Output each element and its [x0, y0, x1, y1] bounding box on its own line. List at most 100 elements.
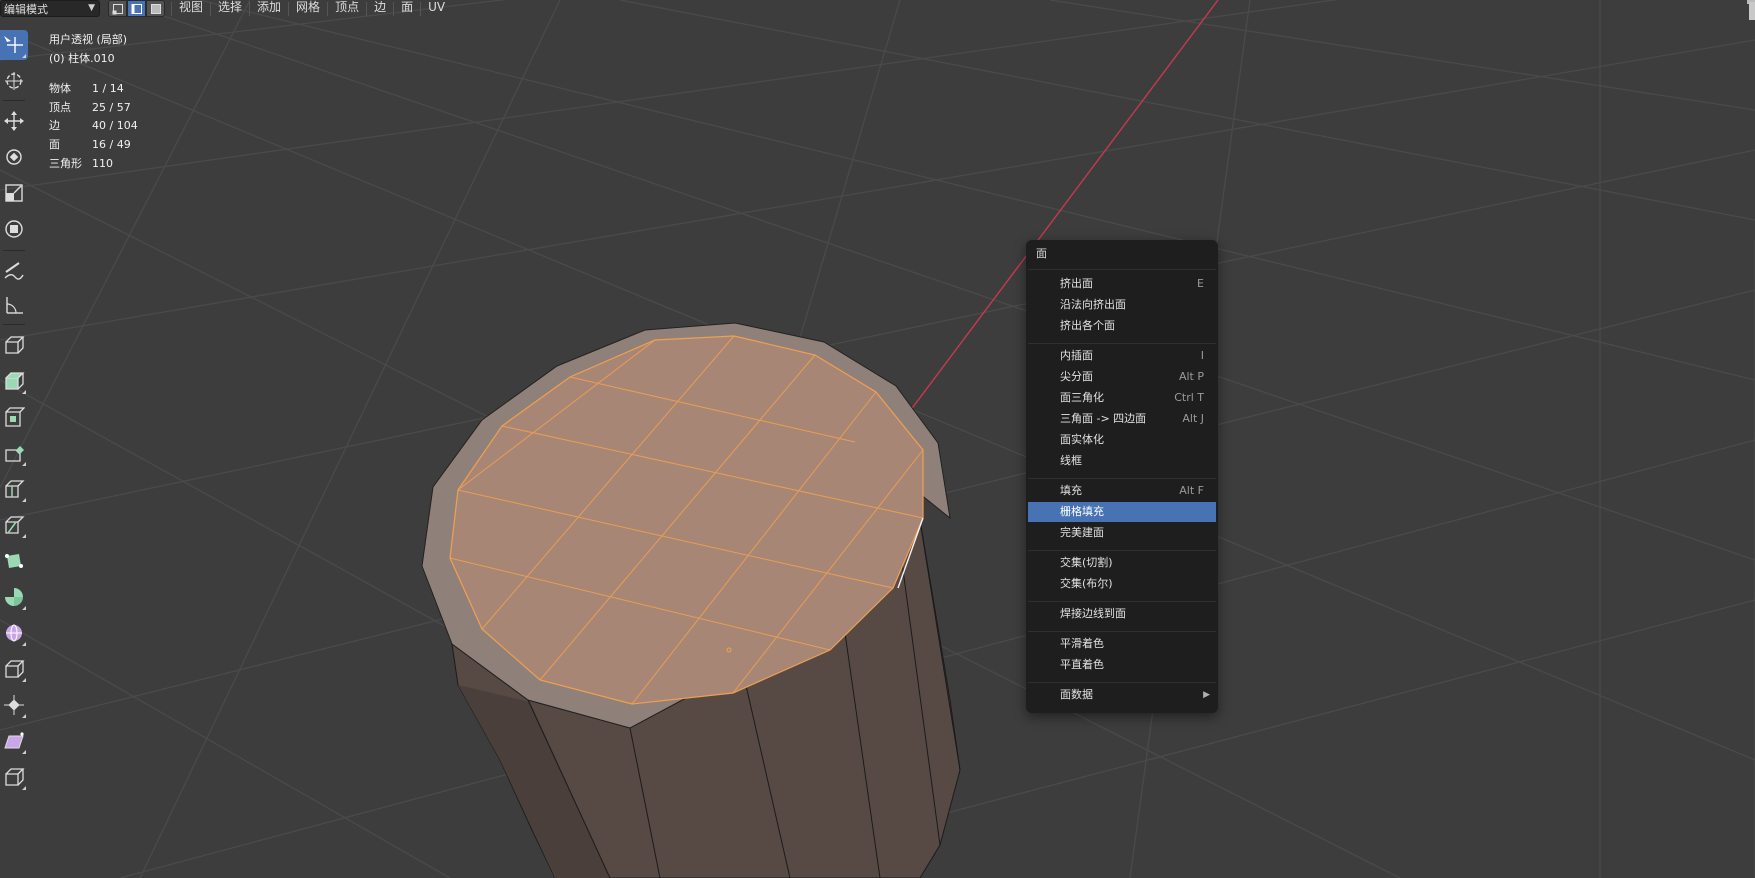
rip-region-icon: [5, 768, 25, 786]
tool-inset-faces[interactable]: [0, 402, 28, 432]
tool-options-corner: [22, 714, 26, 718]
stat-row: 面 16 / 49: [49, 136, 138, 155]
menu-separator: [1028, 682, 1216, 683]
menu-vertex[interactable]: 顶点: [328, 0, 366, 17]
edge-select-button[interactable]: [127, 0, 146, 17]
tool-extrude-region[interactable]: [0, 366, 28, 396]
menu-separator: [1028, 343, 1216, 344]
poly-build-icon: [5, 554, 23, 568]
object-name: (0) 柱体.010: [49, 51, 115, 65]
menu-view[interactable]: 视图: [172, 0, 210, 17]
menu-item-triangulate-faces[interactable]: 面三角化 Ctrl T: [1028, 388, 1216, 408]
statistics: 物体 1 / 14 顶点 25 / 57 边 40 / 104 面 16 / 4…: [49, 80, 138, 173]
menu-item-label: 内插面: [1060, 349, 1093, 362]
tool-options-corner: [22, 498, 26, 502]
menu-item-wireframe[interactable]: 线框: [1028, 451, 1216, 471]
annotate-icon: [4, 262, 24, 280]
transform-icon: [5, 220, 23, 238]
tool-spin[interactable]: [0, 582, 28, 612]
tool-shrink-fatten[interactable]: [0, 690, 28, 720]
menu-item-face-data[interactable]: 面数据 ▶: [1028, 685, 1216, 705]
menu-item-label: 面数据: [1060, 688, 1093, 701]
navigation-gizmo-fragment[interactable]: [1739, 0, 1755, 22]
tool-rip-region[interactable]: [0, 762, 28, 792]
menu-item-extrude-faces[interactable]: 挤出面 E: [1028, 274, 1216, 294]
menu-edge[interactable]: 边: [367, 0, 393, 17]
menu-uv[interactable]: UV: [421, 0, 452, 17]
menu-item-label: 挤出各个面: [1060, 319, 1115, 332]
tool-poly-build[interactable]: [0, 546, 28, 576]
vertex-select-icon: [112, 3, 123, 14]
tool-options-corner: [22, 786, 26, 790]
tool-cursor[interactable]: [0, 66, 28, 96]
add-cube-icon: [5, 336, 25, 354]
menu-item-beautify-faces[interactable]: 完美建面: [1028, 523, 1216, 543]
menu-item-label: 平直着色: [1060, 658, 1104, 671]
menu-item-label: 沿法向挤出面: [1060, 298, 1126, 311]
mode-select-label: 编辑模式: [4, 2, 48, 16]
measure-icon: [6, 297, 23, 314]
menu-item-poke-faces[interactable]: 尖分面 Alt P: [1028, 367, 1216, 387]
select-mode-group: [108, 0, 165, 17]
menu-item-intersect-boolean[interactable]: 交集(布尔): [1028, 574, 1216, 594]
stat-row: 物体 1 / 14: [49, 80, 138, 99]
vertex-select-button[interactable]: [108, 0, 127, 17]
tool-measure[interactable]: [0, 290, 28, 320]
menu-item-tris-to-quads[interactable]: 三角面 -> 四边面 Alt J: [1028, 409, 1216, 429]
cursor-icon: [5, 72, 23, 90]
select-box-icon: [4, 36, 23, 53]
menu-item-label: 填充: [1060, 484, 1082, 497]
menu-item-shortcut: I: [1200, 349, 1204, 362]
menu-separator: [1028, 478, 1216, 479]
menu-item-label: 交集(布尔): [1060, 577, 1113, 590]
menu-item-label: 完美建面: [1060, 526, 1104, 539]
menu-item-grid-fill[interactable]: 栅格填充: [1028, 502, 1216, 522]
3d-viewport[interactable]: [0, 0, 1755, 878]
menu-item-inset-faces[interactable]: 内插面 I: [1028, 346, 1216, 366]
menu-item-shade-flat[interactable]: 平直着色: [1028, 655, 1216, 675]
menu-item-fill[interactable]: 填充 Alt F: [1028, 481, 1216, 501]
face-select-button[interactable]: [146, 0, 165, 17]
tool-scale[interactable]: [0, 178, 28, 208]
tool-add-cube[interactable]: [0, 330, 28, 360]
mode-select[interactable]: 编辑模式 ▼: [0, 0, 100, 17]
tool-select-box[interactable]: [0, 30, 28, 60]
menu-face[interactable]: 面: [394, 0, 420, 17]
face-select-icon: [150, 3, 161, 14]
menu-item-shortcut: Alt F: [1179, 484, 1204, 497]
tool-options-corner: [22, 390, 26, 394]
tool-move[interactable]: [0, 106, 28, 136]
tool-options-corner: [22, 462, 26, 466]
stat-row: 顶点 25 / 57: [49, 99, 138, 118]
tool-options-corner: [22, 678, 26, 682]
tool-edge-slide[interactable]: [0, 654, 28, 684]
tool-transform[interactable]: [0, 214, 28, 244]
menu-mesh[interactable]: 网格: [289, 0, 327, 17]
menu-item-shortcut: Ctrl T: [1174, 391, 1204, 404]
menu-item-extrude-along-normals[interactable]: 沿法向挤出面: [1028, 295, 1216, 315]
knife-icon: [5, 516, 25, 534]
scale-icon: [5, 184, 23, 202]
menu-item-label: 焊接边线到面: [1060, 607, 1126, 620]
tool-knife[interactable]: [0, 510, 28, 540]
menu-item-solidify-faces[interactable]: 面实体化: [1028, 430, 1216, 450]
tool-shear[interactable]: [0, 726, 28, 756]
stat-label: 三角形: [49, 156, 82, 170]
menu-separator: [1028, 269, 1216, 270]
tool-rotate[interactable]: [0, 142, 28, 172]
menu-add[interactable]: 添加: [250, 0, 288, 17]
menu-item-shade-smooth[interactable]: 平滑着色: [1028, 634, 1216, 654]
tool-options-corner: [22, 534, 26, 538]
menu-select[interactable]: 选择: [211, 0, 249, 17]
tool-bevel[interactable]: [0, 438, 28, 468]
menu-item-weld-edges-into-faces[interactable]: 焊接边线到面: [1028, 604, 1216, 624]
tool-loop-cut[interactable]: [0, 474, 28, 504]
edge-slide-icon: [5, 660, 25, 678]
shrink-fatten-icon: [4, 695, 24, 715]
menu-item-intersect-knife[interactable]: 交集(切割): [1028, 553, 1216, 573]
tool-annotate[interactable]: [0, 256, 28, 286]
tool-smooth[interactable]: [0, 618, 28, 648]
menu-item-extrude-individual[interactable]: 挤出各个面: [1028, 316, 1216, 336]
menu-separator: [1028, 550, 1216, 551]
viewport-overlay: 用户透视 (局部) (0) 柱体.010 物体 1 / 14 顶点 25 / 5…: [49, 31, 138, 173]
